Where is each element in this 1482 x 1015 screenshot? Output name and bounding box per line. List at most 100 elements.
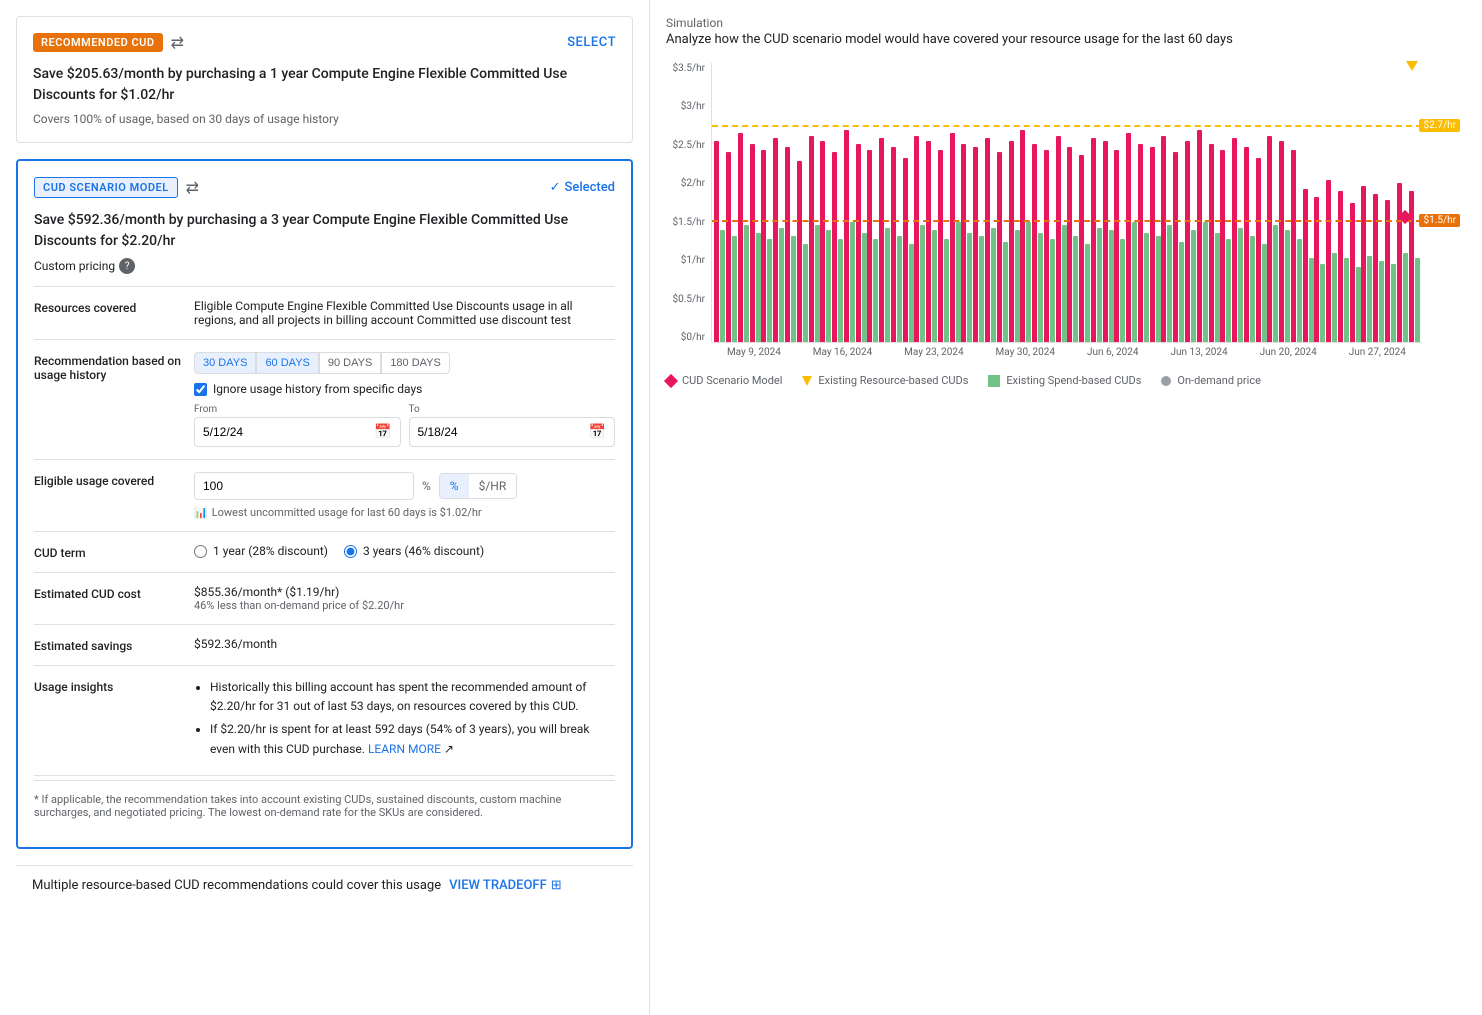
bar-group xyxy=(914,63,926,342)
day-btn-180[interactable]: 180 DAYS xyxy=(381,352,450,374)
bar-group xyxy=(1267,63,1279,342)
bar-group xyxy=(785,63,797,342)
help-icon[interactable]: ? xyxy=(119,258,135,274)
y-label-00: $0/hr xyxy=(666,332,705,343)
bar-red xyxy=(714,141,719,342)
to-date-input[interactable] xyxy=(418,425,589,439)
to-calendar-icon[interactable]: 📅 xyxy=(589,424,606,440)
bar-group xyxy=(1302,63,1314,342)
view-tradeoff-link[interactable]: VIEW TRADEOFF ⊞ xyxy=(449,878,562,893)
recommended-card-subtitle: Covers 100% of usage, based on 30 days o… xyxy=(33,112,616,126)
learn-more-link[interactable]: LEARN MORE xyxy=(368,742,441,756)
bar-red xyxy=(1032,144,1037,342)
bar-green xyxy=(956,222,961,342)
bar-group xyxy=(902,63,914,342)
day-btn-30[interactable]: 30 DAYS xyxy=(194,352,256,374)
bar-red xyxy=(785,147,790,342)
select-button[interactable]: SELECT xyxy=(567,35,616,50)
one-year-option: 1 year (28% discount) xyxy=(194,544,328,558)
toggle-usd[interactable]: $/HR xyxy=(469,474,517,498)
bar-green xyxy=(1085,244,1090,342)
day-btn-60[interactable]: 60 DAYS xyxy=(256,352,318,374)
bar-group xyxy=(1138,63,1150,342)
legend-diamond-icon xyxy=(664,373,678,387)
bar-green xyxy=(744,225,749,342)
bar-group xyxy=(1291,63,1303,342)
bar-red xyxy=(1067,147,1072,342)
bar-group xyxy=(796,63,808,342)
chart-area: $3.5/hr $3/hr $2.5/hr $2/hr $1.5/hr $1/h… xyxy=(666,63,1466,343)
day-btn-90[interactable]: 90 DAYS xyxy=(319,352,381,374)
bar-green xyxy=(1038,233,1043,342)
from-date-input[interactable] xyxy=(203,425,374,439)
cud-term-row: CUD term 1 year (28% discount) 3 years (… xyxy=(34,532,615,573)
bar-green xyxy=(1015,230,1020,342)
y-label-30: $3/hr xyxy=(666,101,705,112)
recommended-cud-card: RECOMMENDED CUD ⇄ SELECT Save $205.63/mo… xyxy=(16,16,633,143)
bar-group xyxy=(820,63,832,342)
bar-red xyxy=(938,150,943,343)
toggle-percent[interactable]: % xyxy=(440,474,469,498)
one-year-label: 1 year (28% discount) xyxy=(213,544,328,558)
bar-red xyxy=(1138,144,1143,342)
recommended-badge: RECOMMENDED CUD xyxy=(33,33,163,52)
bar-red xyxy=(1291,150,1296,343)
bottom-bar: Multiple resource-based CUD recommendati… xyxy=(16,865,633,905)
custom-pricing-label: Custom pricing xyxy=(34,259,115,273)
bar-group xyxy=(749,63,761,342)
ignore-label: Ignore usage history from specific days xyxy=(213,382,422,396)
bar-group xyxy=(890,63,902,342)
bar-red xyxy=(1091,138,1096,342)
from-calendar-icon[interactable]: 📅 xyxy=(374,424,391,440)
eligible-number-input[interactable] xyxy=(194,472,414,500)
bar-group xyxy=(1055,63,1067,342)
bar-red xyxy=(856,144,861,342)
bar-red xyxy=(761,150,766,343)
ignore-checkbox[interactable] xyxy=(194,383,207,396)
x-label-5: Jun 6, 2024 xyxy=(1087,347,1139,358)
link-icon[interactable]: ⇄ xyxy=(171,33,184,52)
resources-covered-row: Resources covered Eligible Compute Engin… xyxy=(34,287,615,340)
card-header-left: RECOMMENDED CUD ⇄ xyxy=(33,33,184,52)
legend-cud-scenario-label: CUD Scenario Model xyxy=(682,374,782,387)
scenario-card-header: CUD SCENARIO MODEL ⇄ ✓ Selected xyxy=(34,177,615,198)
bar-red xyxy=(832,152,837,342)
scenario-card: CUD SCENARIO MODEL ⇄ ✓ Selected Save $59… xyxy=(16,159,633,849)
recommendation-label: Recommendation based on usage history xyxy=(34,352,194,382)
bar-green xyxy=(1215,233,1220,342)
bar-red xyxy=(1373,194,1378,342)
details-table: Resources covered Eligible Compute Engin… xyxy=(34,286,615,776)
bar-group xyxy=(996,63,1008,342)
bar-red xyxy=(1197,130,1202,342)
simulation-description: Analyze how the CUD scenario model would… xyxy=(666,32,1466,47)
bar-group xyxy=(773,63,785,342)
bar-green xyxy=(1120,239,1125,342)
bar-green xyxy=(991,228,996,342)
bar-red xyxy=(738,133,743,342)
bar-green xyxy=(1250,236,1255,342)
from-field: From 📅 xyxy=(194,404,401,447)
three-year-radio[interactable] xyxy=(344,545,357,558)
bar-green xyxy=(944,239,949,342)
bar-green xyxy=(1179,242,1184,342)
one-year-radio[interactable] xyxy=(194,545,207,558)
recommended-card-title: Save $205.63/month by purchasing a 1 yea… xyxy=(33,64,616,106)
scenario-link-icon[interactable]: ⇄ xyxy=(186,178,199,197)
bar-red xyxy=(903,158,908,342)
legend-ondemand-label: On-demand price xyxy=(1177,374,1261,387)
resources-covered-value: Eligible Compute Engine Flexible Committ… xyxy=(194,299,615,327)
bar-green xyxy=(1356,267,1361,342)
insights-list: Historically this billing account has sp… xyxy=(194,678,615,759)
x-label-1: May 9, 2024 xyxy=(727,347,781,358)
bar-red xyxy=(973,147,978,342)
bar-green xyxy=(1073,236,1078,342)
ignore-checkbox-row: Ignore usage history from specific days xyxy=(194,382,615,396)
scenario-badge: CUD SCENARIO MODEL xyxy=(34,177,178,198)
bar-red xyxy=(1009,141,1014,342)
cud-term-label: CUD term xyxy=(34,544,194,560)
x-label-2: May 16, 2024 xyxy=(813,347,872,358)
bar-group xyxy=(1220,63,1232,342)
external-link-icon: ↗ xyxy=(444,742,454,756)
bar-group xyxy=(938,63,950,342)
bar-group xyxy=(1149,63,1161,342)
